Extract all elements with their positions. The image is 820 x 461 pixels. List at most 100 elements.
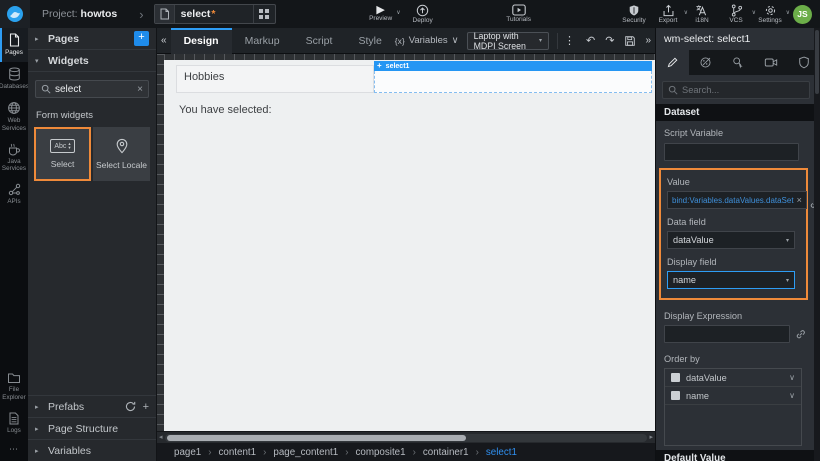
order-by-option-datavalue[interactable]: dataValue ∨ <box>665 369 801 387</box>
wavemaker-logo[interactable] <box>0 0 30 28</box>
tab-styles[interactable] <box>689 50 722 75</box>
add-prefab-icon[interactable]: + <box>143 401 149 413</box>
security-button[interactable]: Security <box>617 0 651 28</box>
pages-accordion[interactable]: ▸ Pages + <box>28 28 156 50</box>
widget-tile-select-locale[interactable]: Select Locale <box>93 127 150 181</box>
security-shield-icon <box>628 4 640 17</box>
tab-style[interactable]: Style <box>345 28 394 54</box>
dataset-section-header[interactable]: Dataset <box>656 104 820 121</box>
page-structure-accordion[interactable]: ▸ Page Structure <box>28 417 156 439</box>
breadcrumb-page_content1[interactable]: page_content1 <box>273 447 338 458</box>
rail-more-icon[interactable]: ⋯ <box>0 440 28 461</box>
tutorials-icon <box>512 4 526 16</box>
chevron-down-icon[interactable]: ∨ <box>789 391 795 400</box>
checkbox[interactable] <box>671 373 680 382</box>
sidebar-item-apis[interactable]: APIs <box>0 178 28 211</box>
display-expression-group: Display Expression <box>656 304 820 347</box>
sidebar-item-file-explorer[interactable]: File Explorer <box>0 367 28 406</box>
add-page-button[interactable]: + <box>134 31 149 46</box>
clear-search-icon[interactable]: × <box>137 84 143 95</box>
deploy-button[interactable]: Deploy <box>406 0 440 28</box>
tab-device[interactable] <box>754 50 787 75</box>
display-field-select[interactable]: name ▾ <box>667 271 795 289</box>
device-selector[interactable]: Laptop with MDPI Screen ▾ <box>467 32 549 50</box>
page-icon <box>155 5 175 23</box>
widget-tile-select[interactable]: Abc ▴▾ Select <box>34 127 91 181</box>
collapse-right-icon[interactable]: » <box>641 35 655 46</box>
collapse-left-icon[interactable]: « <box>157 35 171 46</box>
sidebar-item-java-services[interactable]: Java Services <box>0 138 28 178</box>
inspector-tabs <box>656 50 820 75</box>
variables-button[interactable]: {x} Variables ∨ <box>395 35 459 46</box>
scrollbar-track[interactable] <box>165 434 648 442</box>
scrollbar-thumb[interactable] <box>167 435 466 441</box>
tab-script[interactable]: Script <box>293 28 346 54</box>
i18n-button[interactable]: i18N <box>685 0 719 28</box>
tab-markup[interactable]: Markup <box>232 28 293 54</box>
refresh-icon[interactable] <box>125 401 136 412</box>
variables-accordion[interactable]: ▸ Variables <box>28 439 156 461</box>
save-icon[interactable] <box>619 35 641 47</box>
value-binding-input[interactable]: bind:Variables.dataValues.dataSet × <box>667 191 807 209</box>
breadcrumb-content1[interactable]: content1 <box>219 447 257 458</box>
widgets-accordion[interactable]: ▾ Widgets <box>28 50 156 72</box>
search-icon <box>668 85 678 95</box>
sidebar-item-logs[interactable]: Logs <box>0 407 28 440</box>
scroll-left-icon[interactable]: ◂ <box>159 434 163 441</box>
prefabs-accordion[interactable]: ▸ Prefabs + <box>28 395 156 417</box>
breadcrumb-composite1[interactable]: composite1 <box>355 447 405 458</box>
select1-widget-header[interactable]: + select1 <box>374 61 652 71</box>
tab-events[interactable] <box>722 50 755 75</box>
undo-icon[interactable]: ↶ <box>581 34 600 47</box>
redo-icon[interactable]: ↷ <box>600 34 619 47</box>
sidebar-item-databases[interactable]: Databases <box>0 62 28 96</box>
vcs-button[interactable]: VCS ∨ <box>719 0 753 28</box>
export-button[interactable]: Export ∨ <box>651 0 685 28</box>
tutorials-button[interactable]: Tutorials <box>502 0 536 28</box>
caret-right-icon: ▸ <box>35 403 42 411</box>
inspector-scrollbar[interactable] <box>814 28 820 461</box>
data-field-select[interactable]: dataValue ▾ <box>667 231 795 249</box>
order-by-group: Order by dataValue ∨ name ∨ <box>656 347 820 450</box>
display-expression-input[interactable] <box>664 325 790 343</box>
settings-button[interactable]: Settings ∨ <box>753 0 787 28</box>
page-selector[interactable]: select* <box>154 4 276 24</box>
tab-properties[interactable] <box>656 50 689 75</box>
editor-tabstrip: « Design Markup Script Style {x} Variabl… <box>157 28 655 54</box>
scroll-right-icon[interactable]: ▸ <box>649 434 653 441</box>
expression-link-icon[interactable] <box>795 329 806 340</box>
property-search-input[interactable] <box>682 85 804 95</box>
more-options-icon[interactable]: ⋮ <box>557 33 581 49</box>
highlighted-dataset-fields: Value bind:Variables.dataValues.dataSet … <box>659 168 808 300</box>
clear-binding-icon[interactable]: × <box>797 195 802 205</box>
select1-widget-body[interactable] <box>374 71 652 93</box>
widget-search[interactable]: × <box>35 80 149 98</box>
widget-search-input[interactable] <box>55 84 133 95</box>
breadcrumb-page1[interactable]: page1 <box>174 447 201 458</box>
inspector-scrollbar-thumb[interactable] <box>815 30 819 94</box>
chevron-down-icon[interactable]: ∨ <box>789 373 795 382</box>
explorer-panel: ▸ Pages + ▾ Widgets × Form widgets Abc ▴… <box>28 28 157 461</box>
hobbies-label-widget[interactable]: Hobbies <box>176 65 374 93</box>
canvas-wrap: Hobbies + select1 You have selected: <box>157 54 655 431</box>
tab-design[interactable]: Design <box>171 28 232 54</box>
preview-button[interactable]: ▶ Preview ∨ <box>364 0 398 28</box>
horizontal-scrollbar[interactable]: ◂ ▸ <box>157 431 655 443</box>
design-canvas[interactable]: Hobbies + select1 You have selected: <box>164 60 655 431</box>
move-icon[interactable]: + <box>377 62 382 70</box>
page-grid-icon[interactable] <box>253 5 275 23</box>
property-search[interactable] <box>662 81 810 99</box>
sidebar-item-pages[interactable]: Pages <box>0 28 28 62</box>
user-avatar[interactable]: JS <box>793 5 812 24</box>
default-value-section-header[interactable]: Default Value <box>656 450 820 461</box>
data-field-group: Data field dataValue ▾ <box>661 212 806 252</box>
deploy-icon <box>416 4 429 17</box>
sidebar-item-web-services[interactable]: Web Services <box>0 96 28 137</box>
breadcrumb-container1[interactable]: container1 <box>423 447 469 458</box>
checkbox[interactable] <box>671 391 680 400</box>
widget-tiles: Abc ▴▾ Select Select Locale <box>28 127 156 181</box>
order-by-option-name[interactable]: name ∨ <box>665 387 801 405</box>
select1-widget[interactable]: + select1 <box>374 61 652 93</box>
breadcrumb-select1[interactable]: select1 <box>486 447 517 458</box>
script-variable-input[interactable] <box>664 143 799 161</box>
